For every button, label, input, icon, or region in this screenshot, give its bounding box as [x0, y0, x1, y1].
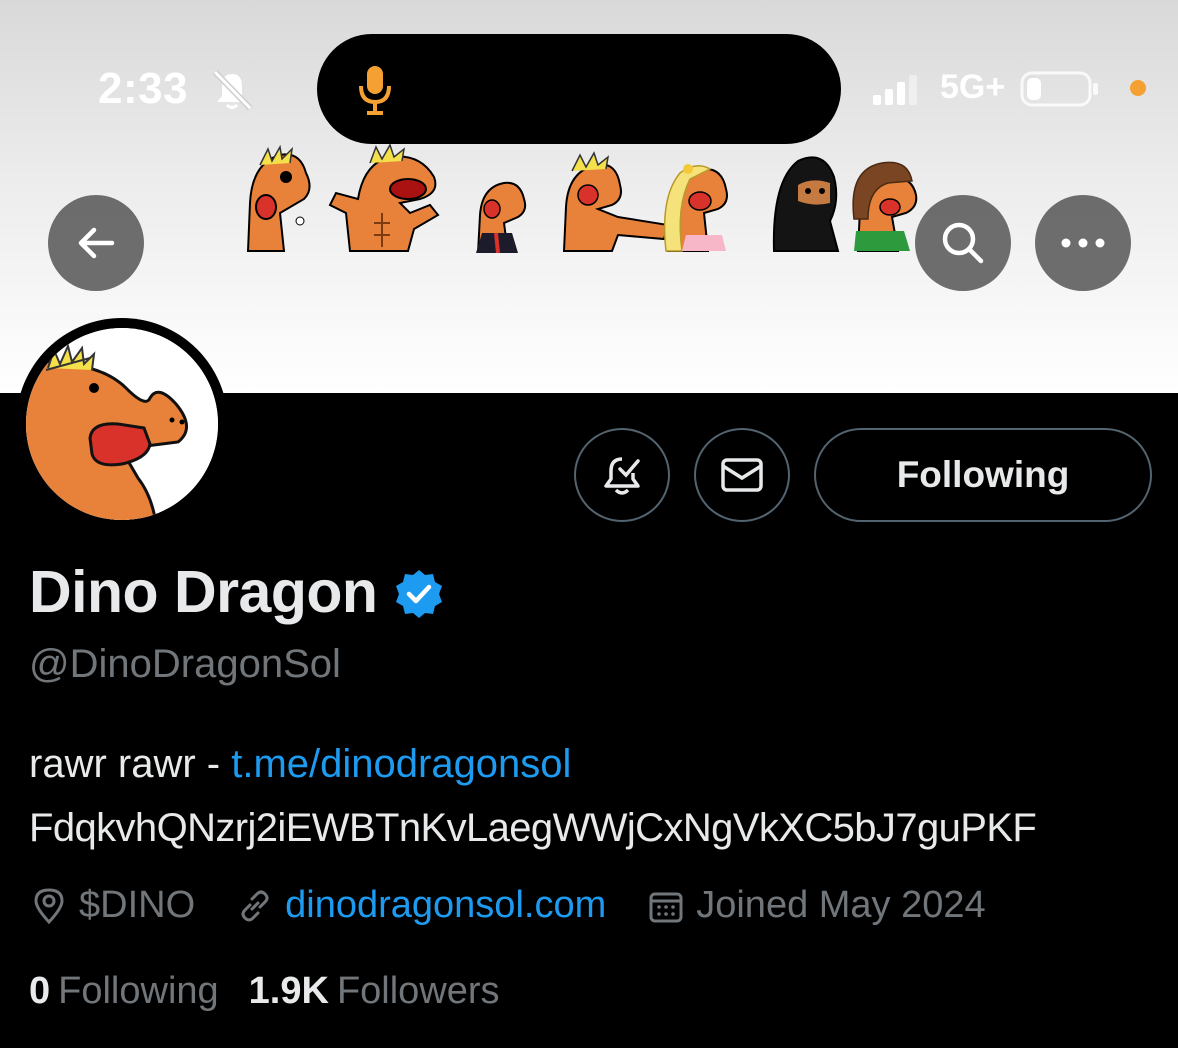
search-button[interactable] — [915, 195, 1011, 291]
bell-check-icon — [604, 457, 640, 495]
bio-telegram-link[interactable]: t.me/dinodragonsol — [231, 742, 571, 786]
envelope-icon — [721, 458, 763, 492]
status-bar: 2:33 5G+ — [0, 0, 1178, 150]
dino-avatar-image — [26, 328, 218, 520]
network-type-label: 5G+ — [940, 68, 1006, 106]
website-item[interactable]: dinodragonsol.com — [235, 884, 606, 927]
more-options-button[interactable] — [1035, 195, 1131, 291]
signal-icon — [873, 75, 917, 105]
battery-icon — [1020, 71, 1098, 107]
dino-characters-banner-art — [246, 143, 918, 253]
more-dots-icon — [1061, 238, 1105, 248]
microphone-icon — [359, 66, 391, 115]
followers-count[interactable]: 1.9K — [249, 970, 329, 1013]
following-label[interactable]: Following — [58, 970, 219, 1013]
followers-label[interactable]: Followers — [337, 970, 500, 1013]
status-time: 2:33 — [98, 64, 189, 113]
link-icon — [241, 890, 269, 921]
bio-line-2: FdqkvhQNzrj2iEWBTnKvLaegWWjCxNgVkXC5bJ7g… — [29, 806, 1037, 850]
display-name: Dino Dragon — [29, 559, 378, 625]
joined-item: Joined May 2024 — [646, 884, 986, 927]
joined-date: Joined May 2024 — [696, 884, 986, 926]
back-arrow-icon — [78, 227, 115, 259]
back-button[interactable] — [48, 195, 144, 291]
dynamic-island — [317, 34, 841, 144]
profile-avatar[interactable] — [16, 318, 228, 530]
location-pin-icon — [34, 887, 64, 924]
message-button[interactable] — [694, 428, 790, 522]
bell-slash-icon — [212, 69, 253, 111]
website-link[interactable]: dinodragonsol.com — [285, 884, 606, 927]
user-handle: @DinoDragonSol — [29, 642, 341, 686]
bio-line-1: rawr rawr - t.me/dinodragonsol — [29, 742, 571, 787]
display-name-row: Dino Dragon — [29, 558, 445, 626]
following-count[interactable]: 0 — [29, 970, 50, 1013]
notifications-toggle-button[interactable] — [574, 428, 670, 522]
follow-stats-row: 0 Following 1.9K Followers — [29, 970, 530, 1013]
calendar-icon — [649, 892, 683, 922]
following-button[interactable]: Following — [814, 428, 1152, 522]
bio-text: rawr rawr - — [29, 742, 232, 786]
location-text: $DINO — [79, 884, 196, 926]
profile-meta-row: $DINO dinodragonsol.com Joined May 2024 — [29, 884, 1026, 927]
verified-badge-icon[interactable] — [393, 568, 445, 620]
search-icon — [942, 222, 984, 264]
privacy-indicator-dot — [1130, 80, 1146, 96]
location-item: $DINO — [29, 884, 195, 927]
